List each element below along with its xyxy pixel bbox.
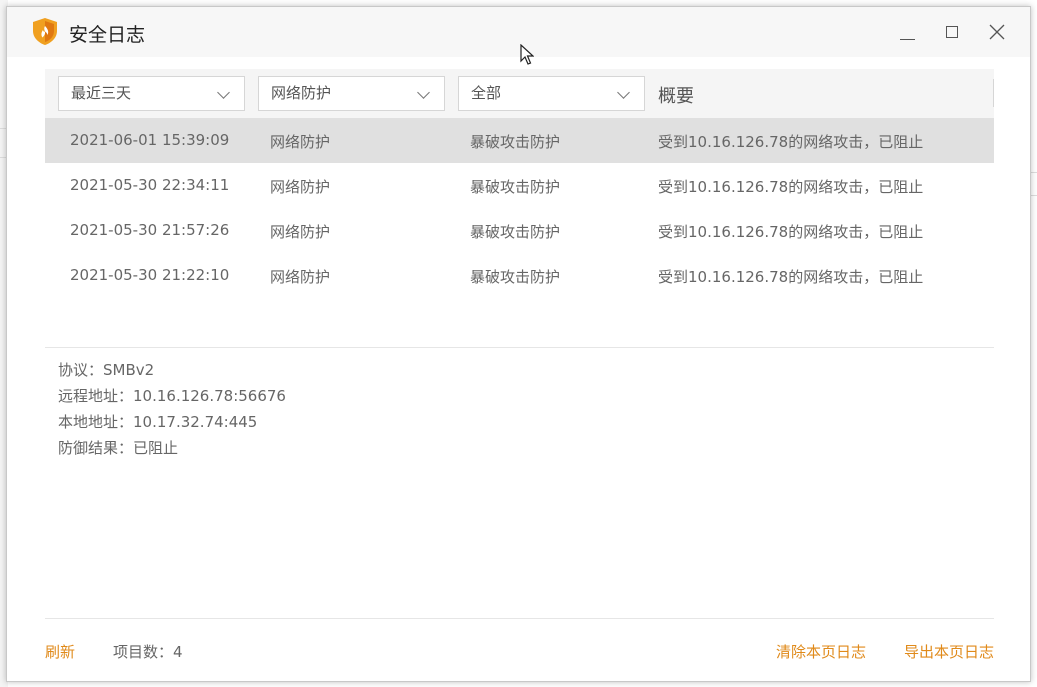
minimize-button[interactable] bbox=[892, 17, 922, 47]
log-row[interactable]: 2021-06-01 15:39:09 网络防护 暴破攻击防护 受到10.16.… bbox=[45, 118, 994, 163]
log-time: 2021-06-01 15:39:09 bbox=[70, 131, 230, 149]
maximize-icon bbox=[946, 26, 958, 38]
export-page-log-link[interactable]: 导出本页日志 bbox=[904, 641, 994, 662]
chevron-down-icon bbox=[417, 86, 430, 99]
summary-column-header: 概要 bbox=[658, 86, 694, 107]
log-category: 网络防护 bbox=[270, 178, 331, 196]
log-row[interactable]: 2021-05-30 21:57:26 网络防护 暴破攻击防护 受到10.16.… bbox=[45, 208, 994, 253]
log-summary: 受到10.16.126.78的网络攻击，已阻止 bbox=[658, 268, 924, 286]
log-event: 暴破攻击防护 bbox=[470, 223, 561, 241]
log-event: 暴破攻击防护 bbox=[470, 178, 561, 196]
log-event: 暴破攻击防护 bbox=[470, 133, 561, 151]
chevron-down-icon bbox=[617, 86, 630, 99]
background-divider bbox=[1030, 172, 1037, 173]
close-button[interactable] bbox=[982, 17, 1012, 47]
background-divider bbox=[1030, 195, 1037, 196]
log-time: 2021-05-30 21:22:10 bbox=[70, 266, 230, 284]
footer-divider bbox=[45, 618, 994, 619]
log-time: 2021-05-30 22:34:11 bbox=[70, 176, 230, 194]
event-type-select[interactable]: 全部 bbox=[458, 76, 645, 111]
time-range-select[interactable]: 最近三天 bbox=[58, 76, 245, 111]
chevron-down-icon bbox=[217, 86, 230, 99]
log-summary: 受到10.16.126.78的网络攻击，已阻止 bbox=[658, 223, 924, 241]
flame-shield-icon bbox=[33, 18, 57, 45]
detail-local-address: 本地地址：10.17.32.74:445 bbox=[58, 413, 258, 431]
detail-remote-address: 远程地址：10.16.126.78:56676 bbox=[58, 387, 286, 405]
log-time: 2021-05-30 21:57:26 bbox=[70, 221, 230, 239]
mouse-cursor-icon bbox=[520, 44, 534, 65]
security-log-window: 安全日志 最近三天 网络防护 全部 概要 2021-06-01 15:39:09… bbox=[6, 6, 1031, 682]
log-category: 网络防护 bbox=[270, 133, 331, 151]
clear-page-log-link[interactable]: 清除本页日志 bbox=[776, 641, 866, 662]
log-detail-panel: 协议：SMBv2 远程地址：10.16.126.78:56676 本地地址：10… bbox=[58, 357, 286, 461]
window-title: 安全日志 bbox=[69, 24, 146, 46]
item-count: 项目数：4 bbox=[113, 643, 183, 661]
log-summary: 受到10.16.126.78的网络攻击，已阻止 bbox=[658, 133, 924, 151]
minimize-icon bbox=[899, 38, 915, 40]
log-category: 网络防护 bbox=[270, 223, 331, 241]
maximize-button[interactable] bbox=[937, 17, 967, 47]
category-value: 网络防护 bbox=[271, 84, 332, 102]
time-range-value: 最近三天 bbox=[71, 84, 132, 102]
detail-protocol: 协议：SMBv2 bbox=[58, 361, 155, 379]
filter-header: 最近三天 网络防护 全部 概要 bbox=[45, 69, 994, 118]
log-row[interactable]: 2021-05-30 21:22:10 网络防护 暴破攻击防护 受到10.16.… bbox=[45, 253, 994, 298]
title-bar[interactable]: 安全日志 bbox=[7, 7, 1030, 57]
log-list: 2021-06-01 15:39:09 网络防护 暴破攻击防护 受到10.16.… bbox=[45, 118, 994, 298]
log-summary: 受到10.16.126.78的网络攻击，已阻止 bbox=[658, 178, 924, 196]
close-icon bbox=[989, 24, 1005, 40]
category-select[interactable]: 网络防护 bbox=[258, 76, 445, 111]
header-divider bbox=[993, 79, 994, 107]
log-row[interactable]: 2021-05-30 22:34:11 网络防护 暴破攻击防护 受到10.16.… bbox=[45, 163, 994, 208]
detail-result: 防御结果：已阻止 bbox=[58, 439, 179, 457]
event-type-value: 全部 bbox=[471, 84, 502, 102]
log-event: 暴破攻击防护 bbox=[470, 268, 561, 286]
log-category: 网络防护 bbox=[270, 268, 331, 286]
refresh-link[interactable]: 刷新 bbox=[45, 641, 75, 662]
section-divider bbox=[45, 347, 994, 348]
